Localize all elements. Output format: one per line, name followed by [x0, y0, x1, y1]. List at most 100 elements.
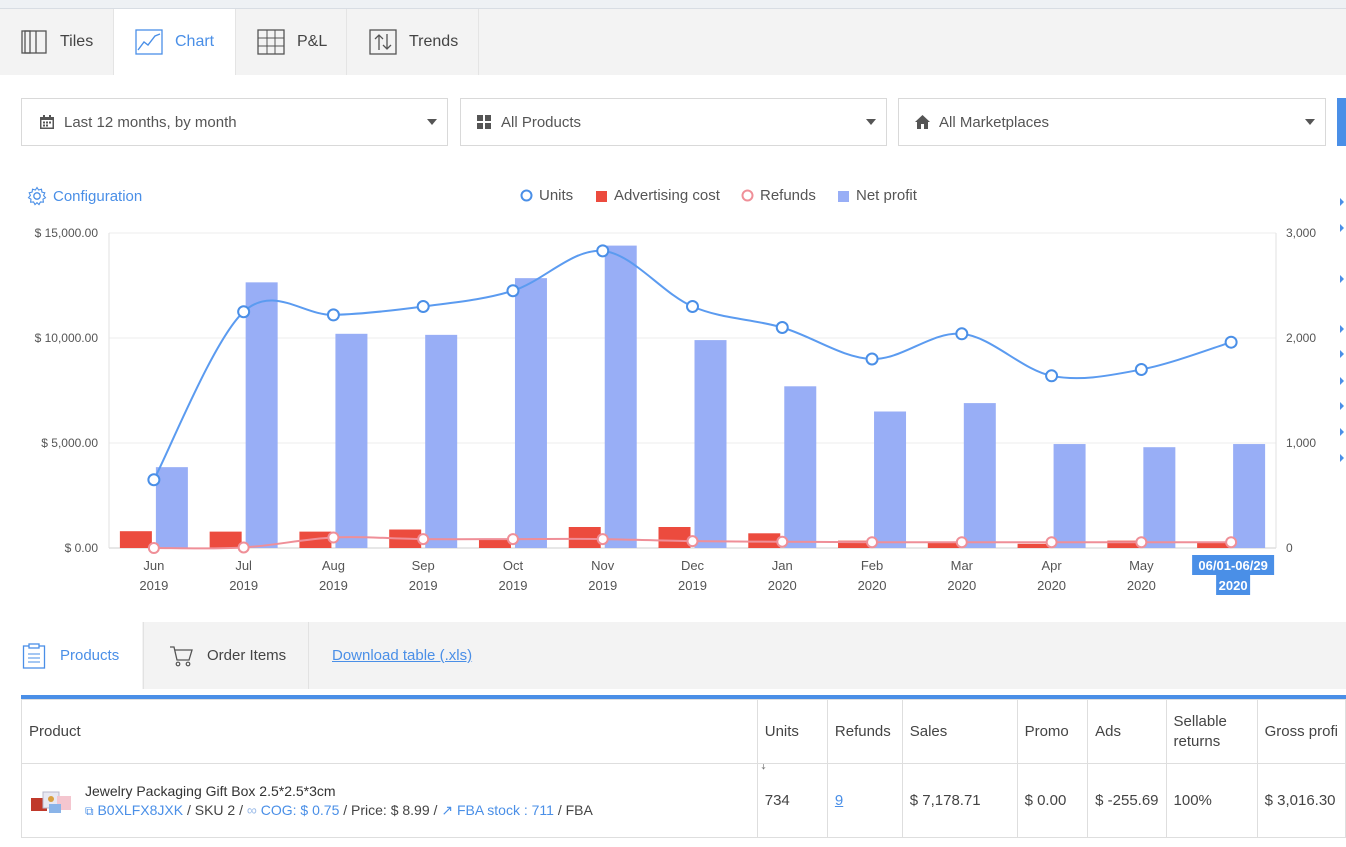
col-header-sales[interactable]: Sales: [901, 699, 1018, 764]
tab-trends-label: Trends: [409, 33, 459, 50]
net-profit-bar: [514, 278, 547, 548]
marketplaces-select[interactable]: All Marketplaces: [898, 98, 1326, 146]
x-tick-label: Jul: [235, 558, 252, 573]
x-tick-year-label: 2019: [678, 578, 707, 593]
tab-pnl[interactable]: P&L: [236, 9, 347, 75]
refunds-cell: 9: [826, 763, 903, 838]
x-tick-year-label: 2020: [1037, 578, 1066, 593]
x-tick-label: Oct: [503, 558, 524, 573]
x-tick-year-label: 2019: [319, 578, 348, 593]
net-profit-bar: [604, 245, 637, 548]
col-header-refunds[interactable]: Refunds: [826, 699, 903, 764]
cog-link[interactable]: COG: $ 0.75: [261, 802, 340, 818]
product-name: Jewelry Packaging Gift Box 2.5*2.5*3cm: [85, 782, 336, 799]
refunds-point: [237, 541, 250, 554]
refunds-point: [506, 533, 519, 546]
sellable-returns-label: Sellable returns: [1173, 712, 1227, 750]
sellable-returns-cell: 100%: [1165, 763, 1258, 838]
col-header-ads[interactable]: Ads: [1087, 699, 1167, 764]
grid-squares-icon: [477, 115, 491, 129]
x-tick-year-label: 2020: [1219, 578, 1248, 593]
legend-units[interactable]: Units: [520, 187, 573, 204]
col-header-sellable-returns[interactable]: Sellable returns: [1165, 699, 1258, 764]
configuration-link[interactable]: Configuration: [27, 186, 142, 206]
table-tab-bar: Products Order Items: [0, 622, 1346, 689]
sort-down-icon[interactable]: ↓: [760, 765, 768, 774]
product-thumbnail: [31, 791, 71, 813]
refunds-link[interactable]: 9: [835, 792, 843, 809]
square-marker-icon: [596, 190, 607, 202]
net-profit-bar: [335, 333, 368, 548]
x-tick-label: Jun: [143, 558, 164, 573]
col-header-product[interactable]: Product: [21, 699, 758, 764]
tab-chart[interactable]: Chart: [114, 9, 236, 75]
net-profit-bar: [874, 411, 907, 548]
net-profit-bar: [694, 340, 727, 548]
net-profit-bar: [155, 467, 188, 548]
x-tick-year-label: 2020: [1127, 578, 1156, 593]
period-select[interactable]: Last 12 months, by month: [21, 98, 448, 146]
net-profit-bar: [1053, 444, 1086, 548]
x-tick-year-label: 2020: [858, 578, 887, 593]
x-tick-label: Sep: [412, 558, 435, 573]
left-axis-tick-label: $ 0.00: [65, 541, 99, 555]
configuration-label: Configuration: [53, 187, 143, 205]
units-point: [326, 308, 340, 322]
gross-profit-cell: $ 3,016.30: [1256, 763, 1346, 838]
apply-button-edge[interactable]: [1337, 98, 1346, 146]
stock-trend-icon: ↗: [441, 801, 454, 818]
legend-refunds[interactable]: Refunds: [741, 187, 816, 204]
copy-icon[interactable]: ⧉: [85, 804, 94, 818]
sales-cell: $ 7,178.71: [901, 763, 1018, 838]
col-header-gross-profit[interactable]: Gross profi: [1256, 699, 1346, 764]
x-tick-label: Jan: [772, 558, 793, 573]
tab-products[interactable]: Products: [0, 622, 142, 689]
refunds-point: [686, 535, 699, 548]
x-tick-year-label: 2019: [409, 578, 438, 593]
ads-bar: [209, 531, 242, 548]
x-tick-label: Aug: [322, 558, 345, 573]
x-tick-label: Feb: [861, 558, 883, 573]
units-cell: ↓ 734: [756, 763, 828, 838]
side-panel-markers: [1340, 198, 1344, 462]
circle-marker-icon: [520, 189, 533, 202]
square-marker-icon: [838, 190, 849, 202]
product-cell: Jewelry Packaging Gift Box 2.5*2.5*3cm ⧉…: [21, 763, 758, 838]
x-tick-label: 06/01-06/29: [1198, 558, 1267, 573]
x-tick-label: Apr: [1041, 558, 1062, 573]
refunds-point: [776, 535, 789, 548]
col-header-units[interactable]: Units: [756, 699, 828, 764]
units-point: [955, 327, 969, 341]
tab-products-label: Products: [60, 647, 120, 664]
download-table-link[interactable]: Download table (.xls): [332, 647, 472, 664]
marketplaces-select-value: All Marketplaces: [939, 113, 1050, 131]
home-icon: [915, 115, 930, 129]
refunds-point: [955, 536, 968, 549]
left-axis-tick-label: $ 5,000.00: [41, 436, 98, 450]
table-row[interactable]: Jewelry Packaging Gift Box 2.5*2.5*3cm ⧉…: [21, 763, 1346, 838]
chevron-down-icon: [1305, 119, 1315, 125]
refunds-point: [417, 533, 430, 546]
ads-cell: $ -255.69: [1087, 763, 1167, 838]
legend-ads[interactable]: Advertising cost: [596, 187, 720, 204]
promo-cell: $ 0.00: [1016, 763, 1089, 838]
legend-net-profit[interactable]: Net profit: [838, 187, 917, 204]
asin-link[interactable]: B0XLFX8JXK: [97, 802, 183, 818]
legend-net-label: Net profit: [856, 187, 917, 204]
grid-table-icon: [257, 28, 285, 56]
fba-stock-link[interactable]: FBA stock : 711: [457, 802, 554, 818]
refunds-point: [1045, 536, 1058, 549]
products-select[interactable]: All Products: [460, 98, 887, 146]
ads-bar: [1017, 543, 1050, 548]
net-profit-bar: [425, 334, 458, 548]
products-table: Product Units Refunds Sales Promo Ads Se…: [21, 699, 1346, 838]
tab-order-items[interactable]: Order Items: [143, 622, 309, 689]
tab-tiles[interactable]: Tiles: [0, 9, 114, 75]
col-header-promo[interactable]: Promo: [1016, 699, 1089, 764]
tab-trends[interactable]: Trends: [347, 9, 479, 75]
view-tab-bar: Tiles Chart P&L Trends: [0, 9, 1346, 75]
right-axis-tick-label: 0: [1286, 541, 1293, 555]
sales-chart: $ 0.00 0 $ 5,000.00 1,000 $ 10,000.00 2,000 $ …: [35, 226, 1316, 595]
product-meta: ⧉ B0XLFX8JXK / SKU 2 / ∞ COG: $ 0.75 / P…: [85, 802, 593, 819]
units-point: [1134, 363, 1148, 376]
